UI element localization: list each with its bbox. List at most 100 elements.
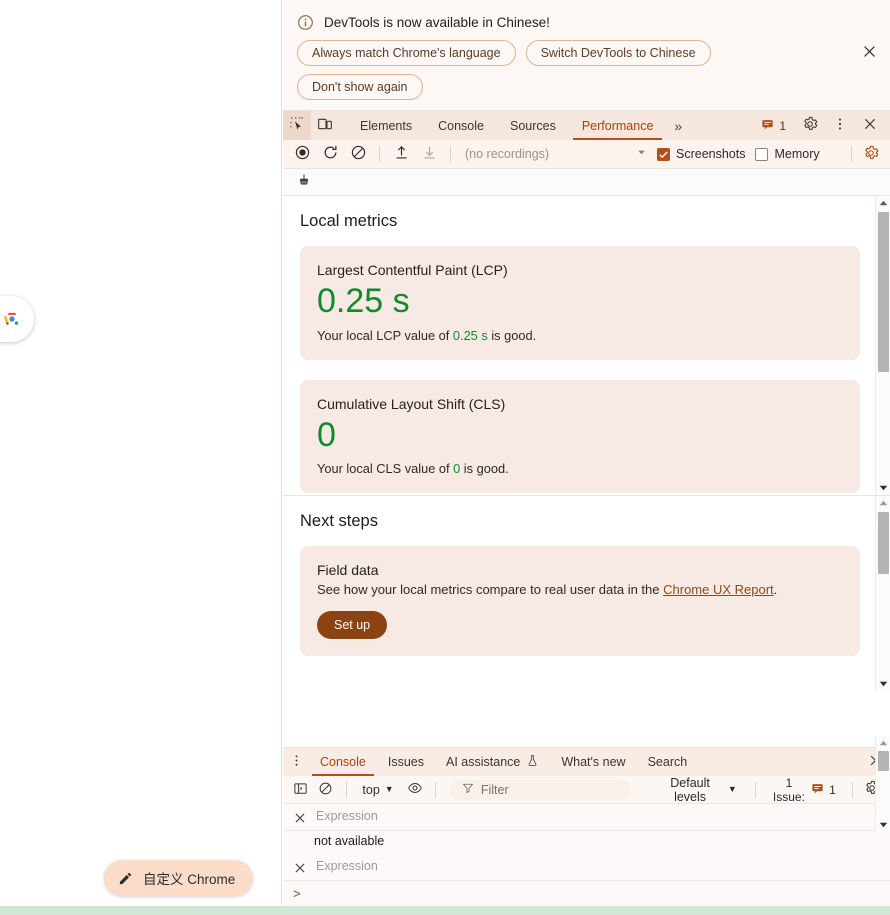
- cleanup-button[interactable]: [291, 170, 317, 194]
- console-log-levels-selector[interactable]: Default levels ▼: [647, 776, 747, 804]
- scrollbar-thumb[interactable]: [878, 751, 889, 771]
- dont-show-again-button[interactable]: Don't show again: [297, 74, 423, 100]
- tab-sources[interactable]: Sources: [497, 111, 569, 140]
- clear-recording-button[interactable]: [345, 142, 371, 166]
- drawer-menu-button[interactable]: [283, 748, 309, 776]
- drawer-tab-console[interactable]: Console: [309, 748, 377, 776]
- scrollbar-thumb[interactable]: [878, 512, 889, 574]
- console-levels-value: Default levels: [670, 775, 710, 804]
- devtools-drawer: Console Issues AI assistance What's new: [283, 736, 890, 906]
- more-tabs-button[interactable]: »: [666, 111, 690, 140]
- scroll-up-arrow-icon[interactable]: [876, 196, 890, 210]
- broom-icon: [296, 173, 312, 192]
- cls-description: Your local CLS value of 0 is good.: [317, 461, 843, 476]
- scroll-down-arrow-icon[interactable]: [876, 818, 890, 832]
- close-icon[interactable]: [293, 861, 307, 875]
- tabbar-right-actions: 1: [753, 111, 890, 140]
- pencil-icon: [118, 871, 133, 886]
- drawer-tab-ai-assistance[interactable]: AI assistance: [435, 748, 550, 776]
- next-steps-scrollbar[interactable]: [875, 496, 890, 691]
- chevron-down-icon: ▼: [384, 784, 394, 794]
- console-sidebar-toggle-button[interactable]: [289, 778, 312, 802]
- lcp-desc-value: 0.25 s: [452, 327, 488, 343]
- drawer-tab-whats-new[interactable]: What's new: [550, 748, 636, 776]
- live-expression-button[interactable]: [404, 778, 427, 802]
- toolbar-divider: [851, 781, 853, 798]
- devtools-settings-button[interactable]: [796, 116, 824, 135]
- scrollbar-thumb[interactable]: [878, 212, 889, 372]
- scroll-down-arrow-icon[interactable]: [876, 677, 890, 691]
- set-up-button[interactable]: Set up: [317, 611, 388, 639]
- customize-chrome-button[interactable]: 自定义 Chrome: [104, 860, 254, 896]
- issues-badge-button[interactable]: 1: [753, 118, 794, 134]
- cls-value: 0: [317, 415, 336, 454]
- devtools-main-menu-button[interactable]: [826, 116, 854, 135]
- tab-elements[interactable]: Elements: [347, 111, 425, 140]
- capture-settings-gear-icon: [863, 145, 879, 164]
- console-scrollbar[interactable]: [875, 736, 890, 832]
- recordings-dropdown[interactable]: (no recordings): [465, 145, 647, 163]
- field-data-description: See how your local metrics compare to re…: [317, 582, 843, 597]
- always-match-language-button[interactable]: Always match Chrome's language: [297, 40, 516, 66]
- scroll-down-arrow-icon[interactable]: [876, 481, 890, 495]
- screenshots-checkbox[interactable]: Screenshots: [657, 147, 745, 161]
- record-button[interactable]: [289, 142, 315, 166]
- console-clear-button[interactable]: [314, 778, 337, 802]
- reload-and-record-button[interactable]: [317, 142, 343, 166]
- toolbar-divider: [345, 781, 347, 798]
- toolbar-divider: [851, 146, 852, 162]
- console-issues-button[interactable]: 1 Issue: 1: [764, 776, 844, 804]
- devtools-window: DevTools is now available in Chinese! Al…: [283, 0, 890, 906]
- console-sidebar-icon: [293, 781, 308, 799]
- lcp-card-title: Largest Contentful Paint (LCP): [317, 262, 508, 278]
- console-message-list[interactable]: Expression not available Expression >: [283, 736, 890, 906]
- device-toolbar-button[interactable]: [311, 111, 339, 140]
- screenshots-label: Screenshots: [676, 147, 746, 161]
- infobar-close-button[interactable]: [858, 42, 880, 64]
- console-message-row[interactable]: Expression: [283, 854, 890, 881]
- field-data-card: Field data See how your local metrics co…: [300, 546, 860, 656]
- drawer-tab-issues[interactable]: Issues: [377, 748, 435, 776]
- download-arrow-icon: [421, 144, 438, 164]
- console-filter-input[interactable]: Filter: [449, 779, 632, 800]
- lcp-card: Largest Contentful Paint (LCP) 0.25 s Yo…: [300, 246, 860, 360]
- console-expression-label: Expression: [316, 809, 378, 823]
- console-filter-placeholder: Filter: [480, 782, 509, 797]
- console-prompt-caret-icon: >: [293, 886, 301, 901]
- console-expression-result: not available: [314, 834, 385, 848]
- scroll-up-arrow-icon[interactable]: [876, 496, 890, 510]
- clear-slash-icon: [318, 781, 333, 799]
- google-lens-bubble[interactable]: [0, 296, 34, 342]
- capture-settings-button[interactable]: [858, 142, 884, 166]
- record-circle-icon: [294, 144, 311, 164]
- issue-flag-icon: [761, 118, 774, 134]
- console-message-row[interactable]: Expression: [283, 804, 890, 831]
- save-profile-button[interactable]: [416, 142, 442, 166]
- scroll-up-arrow-icon[interactable]: [876, 736, 890, 750]
- switch-devtools-to-chinese-button[interactable]: Switch DevTools to Chinese: [525, 40, 711, 66]
- inspect-element-button[interactable]: [283, 111, 311, 140]
- cls-card: Cumulative Layout Shift (CLS) 0 Your loc…: [300, 379, 860, 494]
- chevron-double-right-icon: »: [674, 117, 683, 134]
- tab-console[interactable]: Console: [425, 111, 497, 140]
- console-prompt[interactable]: >: [283, 881, 890, 906]
- chevron-down-icon: [636, 145, 647, 163]
- console-context-selector[interactable]: top ▼: [354, 783, 401, 797]
- reload-record-icon: [322, 144, 339, 164]
- three-dots-vertical-icon: [289, 753, 304, 771]
- devtools-panel-tabs: Elements Console Sources Performance »: [347, 111, 690, 140]
- issues-badge-count: 1: [779, 118, 786, 133]
- lcp-desc-prefix: Your local LCP value of: [317, 327, 453, 343]
- infobar-message: DevTools is now available in Chinese!: [324, 15, 550, 30]
- memory-checkbox[interactable]: Memory: [755, 147, 820, 161]
- toolbar-divider: [450, 146, 451, 162]
- load-profile-button[interactable]: [388, 142, 414, 166]
- drawer-tab-search[interactable]: Search: [637, 748, 699, 776]
- devtools-close-button[interactable]: [856, 116, 884, 135]
- chrome-ux-report-link[interactable]: Chrome UX Report: [663, 582, 774, 597]
- local-metrics-scrollbar[interactable]: [875, 196, 890, 495]
- drawer-tabbar: Console Issues AI assistance What's new: [283, 747, 890, 776]
- close-icon[interactable]: [293, 811, 307, 825]
- cls-card-title: Cumulative Layout Shift (CLS): [317, 395, 506, 412]
- tab-performance[interactable]: Performance: [569, 111, 667, 140]
